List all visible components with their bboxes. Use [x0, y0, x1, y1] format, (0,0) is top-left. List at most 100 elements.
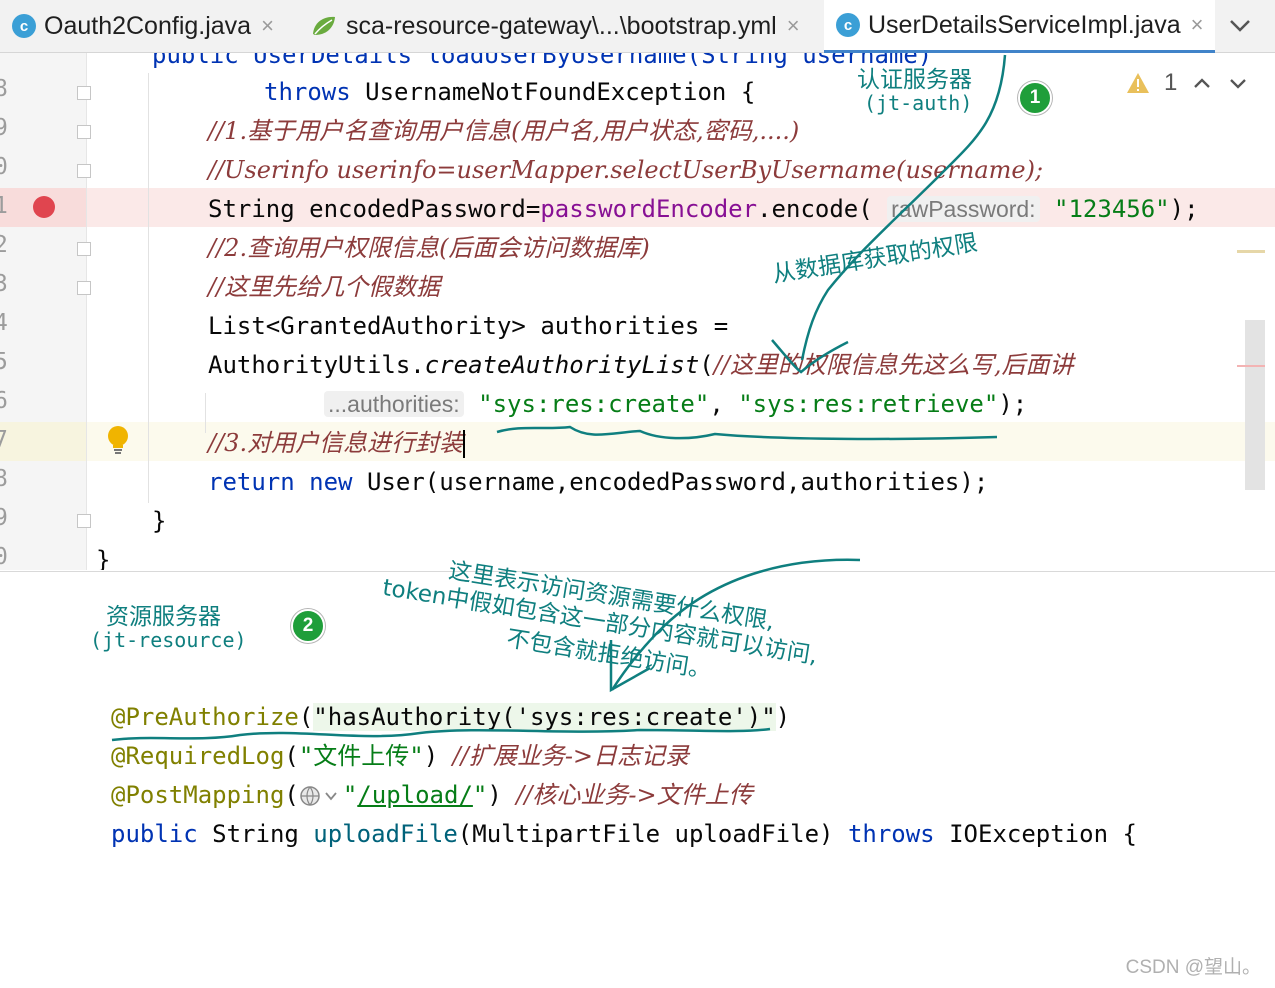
tab-bootstrap-yml[interactable]: sca-resource-gateway\...\bootstrap.yml ×: [300, 0, 824, 52]
error-stripe-mark[interactable]: [1237, 250, 1265, 253]
code-text: String: [197, 820, 314, 848]
handwritten-auth-server-sub: (jt-auth): [864, 91, 973, 115]
vertical-scrollbar-thumb[interactable]: [1245, 320, 1265, 490]
close-icon[interactable]: ×: [787, 13, 800, 39]
line-number: 2: [0, 232, 8, 258]
indent-guide: [148, 73, 149, 503]
string-literal: "sys:res:create": [478, 390, 710, 418]
lightbulb-icon[interactable]: [106, 425, 130, 455]
tab-userdetailsserviceimpl[interactable]: c UserDetailsServiceImpl.java ×: [824, 0, 1215, 54]
line-number: 9: [0, 115, 8, 141]
code-text: ): [423, 742, 439, 770]
step-badge: 2: [291, 609, 325, 643]
fold-marker-icon[interactable]: [77, 514, 91, 528]
tab-oauth2config[interactable]: c Oauth2Config.java ×: [0, 0, 300, 52]
globe-icon[interactable]: [299, 784, 343, 808]
code-text: ): [487, 781, 502, 809]
code-comment: //2.查询用户权限信息(后面会访问数据库): [208, 234, 650, 262]
annotation: @PostMapping: [111, 781, 285, 809]
annotation-argument: "hasAuthority('sys:res:create')": [313, 703, 776, 731]
code-line: @RequiredLog("文件上传") //扩展业务->日志记录: [111, 740, 689, 772]
fold-marker-icon[interactable]: [77, 281, 91, 295]
fold-marker-icon[interactable]: [77, 164, 91, 178]
tab-list-chevron-icon[interactable]: [1227, 12, 1253, 38]
inspection-widget[interactable]: 1: [1126, 69, 1249, 97]
keyword: throws: [264, 78, 351, 106]
code-line: }: [152, 507, 167, 535]
code-text: IOException {: [934, 820, 1137, 848]
string-literal: "文件上传": [298, 742, 424, 770]
method-name: createAuthorityList: [424, 351, 700, 379]
close-icon[interactable]: ×: [1191, 12, 1204, 38]
code-comment: //扩展业务->日志记录: [452, 742, 690, 770]
line-number: 9: [0, 505, 8, 531]
handwritten-auth-server: 认证服务器: [857, 67, 972, 93]
code-comment: //3.对用户信息进行封装: [208, 429, 464, 457]
tab-label: sca-resource-gateway\...\bootstrap.yml: [346, 11, 777, 40]
line-number: 1: [0, 193, 8, 219]
close-icon[interactable]: ×: [261, 13, 274, 39]
fold-marker-icon[interactable]: [77, 86, 91, 100]
fold-marker-icon[interactable]: [77, 125, 91, 139]
code-text: (: [284, 742, 299, 770]
next-highlight-icon[interactable]: [1227, 72, 1249, 94]
code-text: );: [998, 390, 1028, 418]
breakpoint-icon[interactable]: [33, 196, 55, 218]
indent-guide: [205, 393, 206, 433]
fold-marker-icon[interactable]: [77, 242, 91, 256]
line-number: 7: [0, 427, 8, 453]
code-text: String encodedPassword=: [208, 195, 541, 223]
method-name: uploadFile: [313, 820, 458, 848]
code-comment: //这里先给几个假数据: [208, 273, 441, 301]
line-number: 5: [0, 349, 8, 375]
code-text: .encode(: [757, 195, 888, 223]
code-comment: //Userinfo userinfo=userMapper.selectUse…: [208, 156, 1044, 184]
keyword: return: [208, 468, 295, 496]
line-number: 8: [0, 76, 8, 102]
code-comment: //核心业务->文件上传: [516, 781, 753, 809]
handwritten-resource-server: 资源服务器: [106, 604, 221, 630]
previous-highlight-icon[interactable]: [1191, 72, 1213, 94]
parameter-hint: rawPassword:: [887, 196, 1040, 222]
code-line: throws UsernameNotFoundException {: [264, 76, 755, 108]
code-text: (: [284, 781, 299, 809]
keyword: new: [309, 468, 353, 496]
line-number: 4: [0, 310, 8, 336]
warning-count: 1: [1164, 69, 1178, 96]
code-text: UsernameNotFoundException {: [350, 78, 756, 106]
code-line: public UserDetails loadUserByUsername(St…: [152, 53, 933, 69]
code-line: return new User(username,encodedPassword…: [208, 466, 988, 498]
code-text: (: [298, 703, 314, 731]
spring-leaf-icon: [313, 16, 335, 35]
error-stripe-mark[interactable]: [1237, 365, 1265, 367]
field-name: passwordEncoder: [540, 195, 758, 223]
code-text: AuthorityUtils.: [208, 351, 425, 379]
line-number: 6: [0, 388, 8, 414]
code-line: public String uploadFile(MultipartFile u…: [111, 818, 1137, 850]
code-text: (MultipartFile uploadFile): [457, 820, 848, 848]
class-icon: c: [836, 13, 860, 37]
code-line: ...authorities: "sys:res:create", "sys:r…: [324, 388, 1027, 420]
tab-label: Oauth2Config.java: [44, 11, 252, 40]
tab-label: UserDetailsServiceImpl.java: [868, 10, 1181, 39]
annotation: @RequiredLog: [111, 742, 285, 770]
url-link[interactable]: /upload/: [357, 781, 473, 809]
code-line: @PostMapping("/upload/") //核心业务->文件上传: [111, 779, 753, 811]
editor-tab-bar: c Oauth2Config.java × sca-resource-gatew…: [0, 0, 1275, 54]
gutter-current-bg: [0, 422, 86, 461]
code-text: );: [1169, 195, 1199, 223]
editor-gutter[interactable]: 8 9 0 1 2 3 4 5 6 7 8 9 0: [0, 53, 128, 570]
string-literal: "123456": [1054, 195, 1170, 223]
class-icon: c: [12, 14, 36, 38]
code-line: @PreAuthorize("hasAuthority('sys:res:cre…: [111, 701, 790, 733]
code-comment: //这里的权限信息先这么写,后面讲: [713, 351, 1074, 379]
line-number: 3: [0, 271, 8, 297]
code-line: AuthorityUtils.createAuthorityList(//这里的…: [208, 349, 1074, 381]
line-number: 8: [0, 466, 8, 492]
text-caret: [463, 430, 466, 458]
code-line: String encodedPassword=passwordEncoder.e…: [208, 193, 1199, 225]
line-number: 0: [0, 154, 8, 180]
code-text: ): [775, 703, 791, 731]
code-editor[interactable]: 8 9 0 1 2 3 4 5 6 7 8 9 0 public UserDet…: [0, 53, 1275, 570]
keyword: public: [111, 820, 198, 848]
